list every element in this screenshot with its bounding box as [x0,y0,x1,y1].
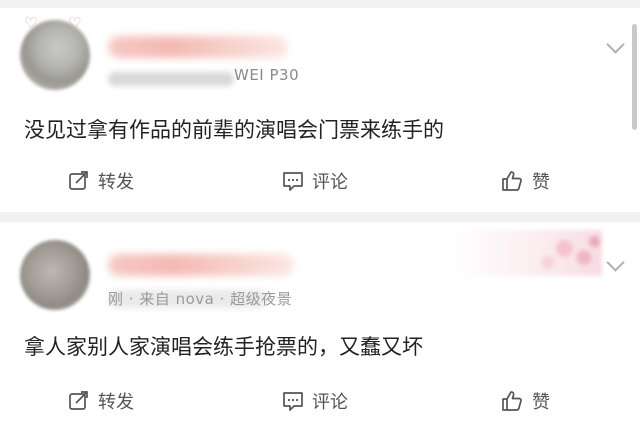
thumbs-up-icon [502,171,522,191]
meta-blurred [108,72,234,86]
avatar-image [20,240,90,310]
bunny-ear-right-icon: ♡ [68,14,82,32]
repost-button[interactable]: 转发 [68,388,134,414]
like-button[interactable]: 赞 [500,388,550,414]
post-meta-source: 刚 · 来自 nova · 超级夜景 [108,290,293,308]
action-bar: 转发 评论 赞 [0,382,640,422]
scrollbar[interactable] [632,24,637,130]
like-label: 赞 [532,172,550,193]
comment-label: 评论 [312,172,348,193]
bunny-ear-left-icon: ♡ [24,14,38,32]
comment-icon [283,392,303,411]
repost-label: 转发 [98,172,134,193]
username-blurred[interactable] [108,254,294,276]
action-bar: 转发 评论 赞 [0,162,640,202]
like-button[interactable]: 赞 [500,168,550,194]
comment-card-2: 刚 · 来自 nova · 超级夜景 拿人家别人家演唱会练手抢票的，又蠢又坏 转… [0,222,640,413]
chevron-down-icon[interactable] [606,35,625,54]
top-separator [0,0,640,8]
comment-button[interactable]: 评论 [282,168,348,194]
post-meta-device: WEI P30 [234,66,300,84]
avatar[interactable] [20,240,90,310]
card-separator [0,212,640,222]
repost-icon [69,171,88,190]
repost-button[interactable]: 转发 [68,168,134,194]
repost-icon [69,391,88,410]
comment-button[interactable]: 评论 [282,388,348,414]
like-label: 赞 [532,392,550,413]
chevron-down-icon[interactable] [606,253,625,272]
card-decoration-blossom [452,230,602,276]
thumbs-up-icon [502,391,522,411]
avatar[interactable]: ♡ ♡ [20,16,90,90]
comment-icon [283,172,303,191]
comment-label: 评论 [312,392,348,413]
username-blurred[interactable] [108,36,288,58]
comment-text: 没见过拿有作品的前辈的演唱会门票来练手的 [24,118,444,142]
comment-text: 拿人家别人家演唱会练手抢票的，又蠢又坏 [24,335,423,359]
comment-card-1: ♡ ♡ WEI P30 没见过拿有作品的前辈的演唱会门票来练手的 转发 评论 赞 [0,8,640,212]
repost-label: 转发 [98,392,134,413]
